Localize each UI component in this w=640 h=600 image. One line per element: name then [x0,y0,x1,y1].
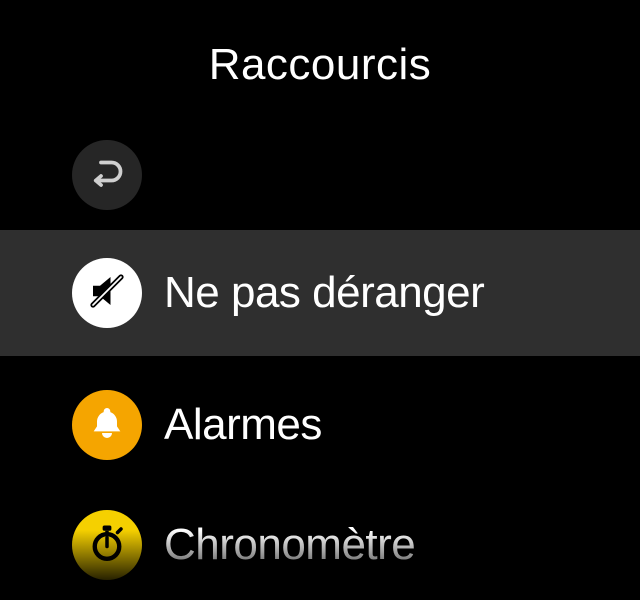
list-item-alarms[interactable]: Alarmes [0,380,640,470]
mute-icon [86,270,128,317]
back-row [72,140,142,210]
alarms-icon-badge [72,390,142,460]
list-item-label: Ne pas déranger [164,268,484,318]
list-item-label: Alarmes [164,400,322,450]
list-item-dnd[interactable]: Ne pas déranger [0,230,640,356]
list-item-label: Chronomètre [164,520,415,570]
dnd-icon-badge [72,258,142,328]
stopwatch-icon [86,522,128,569]
list-item-stopwatch[interactable]: Chronomètre [0,500,640,590]
shortcuts-screen: Raccourcis Ne pas déranger [0,0,640,600]
page-title: Raccourcis [0,40,640,90]
stopwatch-icon-badge [72,510,142,580]
back-button[interactable] [72,140,142,210]
bell-icon [87,403,127,448]
return-arrow-icon [89,155,125,196]
